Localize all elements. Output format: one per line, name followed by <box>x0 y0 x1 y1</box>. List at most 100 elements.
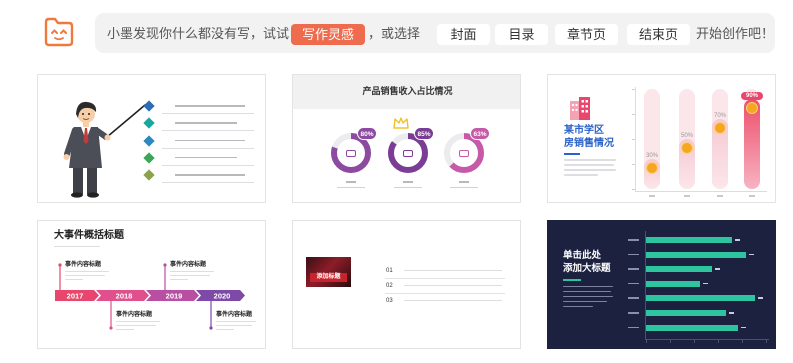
list-divider <box>162 147 254 149</box>
diamond-icon <box>143 169 155 181</box>
text-line-placeholder <box>175 105 245 107</box>
text-line-placeholder <box>216 329 234 330</box>
x-tick <box>742 340 743 343</box>
ending-page-button[interactable]: 结束页 <box>627 24 690 45</box>
diamond-icon <box>143 100 155 112</box>
value-label-placeholder <box>729 312 735 314</box>
percent-badge: 63% <box>470 127 490 140</box>
text-line-placeholder <box>175 139 245 142</box>
text-line-placeholder <box>116 321 160 322</box>
list-divider <box>162 113 254 114</box>
text-line-placeholder <box>65 271 109 272</box>
text-line-placeholder <box>337 187 365 188</box>
connector-dot <box>163 263 167 267</box>
value-label-placeholder <box>749 253 755 256</box>
list-divider <box>162 182 254 184</box>
text-line-placeholder <box>346 181 356 183</box>
card-icon <box>346 149 356 157</box>
bar <box>646 295 755 302</box>
x-tick-label-placeholder <box>684 195 690 197</box>
y-tick <box>632 114 635 115</box>
x-tick <box>646 340 647 343</box>
year-label: 2017 <box>67 292 84 301</box>
list-divider <box>385 293 505 294</box>
suggestion-prompt: 小墨发现你什么都没有写，试试 <box>107 26 290 41</box>
start-creating-text: 开始创作吧！ <box>696 26 775 41</box>
y-tick <box>632 189 635 190</box>
value-label-placeholder <box>735 239 741 241</box>
car-icon <box>403 149 413 157</box>
y-tick <box>632 89 635 90</box>
diamond-icon <box>143 117 155 129</box>
coin-icon <box>646 162 658 174</box>
event-title: 事件内容标题 <box>170 262 207 268</box>
bar <box>646 266 713 273</box>
event-title: 事件内容标题 <box>65 262 102 268</box>
category-label-placeholder <box>628 282 639 285</box>
text-line-placeholder <box>403 181 413 183</box>
text-line-placeholder <box>65 275 105 276</box>
category-label-placeholder <box>628 326 639 329</box>
writing-inspiration-button[interactable]: 写作灵感 <box>291 24 365 45</box>
value-label: 90% <box>741 92 763 100</box>
template-thumbnail-agenda[interactable] <box>37 74 266 203</box>
bar <box>646 324 739 331</box>
list-number: 03 <box>386 298 393 304</box>
year-label: 2020 <box>214 292 231 301</box>
list-number: 02 <box>386 283 393 289</box>
template-thumbnail-dark-bar-chart[interactable]: 单击此处 添加大标题 <box>547 220 776 349</box>
x-tick-label-placeholder <box>649 195 655 197</box>
percent-badge: 80% <box>357 127 377 140</box>
list-divider <box>162 164 254 166</box>
coin-icon <box>714 122 726 134</box>
text-line-placeholder <box>175 122 237 124</box>
value-label-placeholder <box>715 268 721 270</box>
bar <box>646 310 727 316</box>
photo-placeholder <box>306 257 351 287</box>
template-thumbnail-timeline[interactable]: 大事件概括标题 2017 2018 2019 2020 事件内容标题 事件内容标… <box>37 220 266 349</box>
y-tick <box>632 139 635 140</box>
x-tick-label-placeholder <box>749 195 755 197</box>
bar <box>646 280 701 287</box>
category-label-placeholder <box>628 312 639 314</box>
section-page-button[interactable]: 章节页 <box>555 24 618 45</box>
list-number: 01 <box>386 268 393 274</box>
category-label-placeholder <box>628 253 639 256</box>
x-tick <box>694 340 695 343</box>
category-label-placeholder <box>628 268 639 270</box>
text-line-placeholder <box>116 329 134 330</box>
or-choose-text: ，或选择 <box>368 26 421 41</box>
value-label: 50% <box>680 133 693 139</box>
text-line-placeholder <box>170 279 188 280</box>
text-line-placeholder <box>404 300 502 301</box>
text-line-placeholder <box>175 156 237 159</box>
y-tick <box>632 164 635 165</box>
contents-page-button[interactable]: 目录 <box>495 24 548 45</box>
template-thumbnail-image-list[interactable]: 添加标题 01 02 03 <box>292 220 521 349</box>
template-thumbnail-sales-share[interactable]: 产品销售收入占比情况 80% 85% 63% <box>292 74 521 203</box>
year-label: 2018 <box>116 292 133 301</box>
diamond-icon <box>143 152 155 164</box>
value-label-placeholder <box>741 326 747 329</box>
connector-dot <box>58 263 62 267</box>
text-line-placeholder <box>459 181 469 183</box>
cover-page-button[interactable]: 封面 <box>437 24 490 45</box>
connector-dot <box>209 326 213 330</box>
x-tick <box>670 340 671 343</box>
template-thumbnail-housing-sales[interactable]: 某市学区 房销售情况 30% 50% 70% 90% <box>547 74 776 203</box>
category-label-placeholder <box>628 239 639 241</box>
text-line-placeholder <box>404 285 502 286</box>
text-line-placeholder <box>170 271 214 272</box>
text-line-placeholder <box>170 275 210 276</box>
list-divider <box>385 278 505 279</box>
text-line-placeholder <box>216 321 256 322</box>
value-label: 30% <box>645 153 658 159</box>
text-line-placeholder <box>65 279 83 280</box>
event-title: 事件内容标题 <box>216 312 253 318</box>
bar <box>646 237 733 243</box>
bar <box>646 251 747 258</box>
diamond-icon <box>143 134 155 147</box>
text-line-placeholder <box>216 325 252 326</box>
text-line-placeholder <box>404 270 502 271</box>
coin-icon <box>746 102 758 114</box>
